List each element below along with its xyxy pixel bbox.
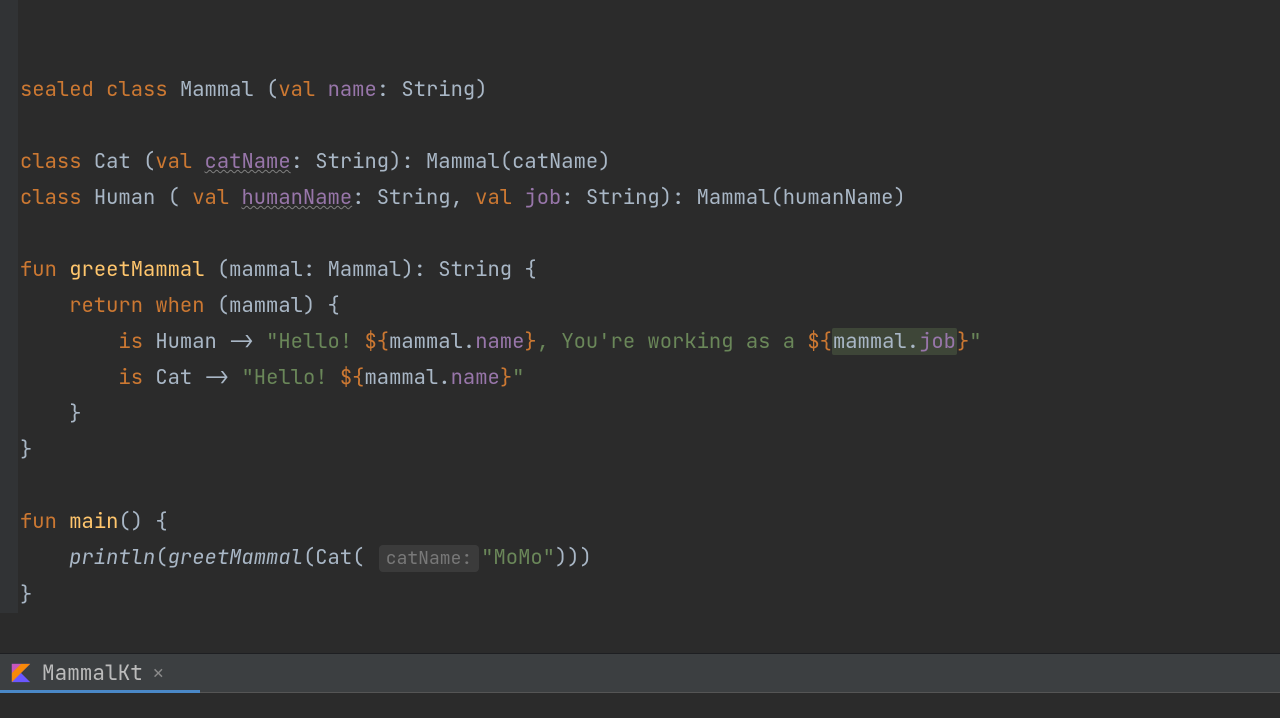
run-tool-tabbar: MammalKt ✕ (0, 653, 1280, 693)
cls-human-ref: Human (155, 328, 217, 355)
kw-fun: fun (20, 256, 57, 283)
prop-name: name (328, 76, 377, 103)
fn-greet: greetMammal (69, 256, 204, 283)
arrow2: -> (205, 364, 230, 391)
run-console[interactable]: "/Applications/Android Studio.app/Conten… (0, 693, 1280, 718)
param-mammal: mammal (229, 256, 303, 283)
kw-when: when (155, 292, 204, 319)
kw-val: val (155, 148, 192, 175)
arg-catname: catName (512, 148, 598, 175)
type-string: String (401, 76, 475, 103)
prop-job: job (524, 184, 561, 211)
prop-humanname: humanName (241, 184, 352, 211)
expr-name2: name (451, 364, 500, 391)
tmpl-open2: ${ (807, 328, 832, 355)
cls-cat: Cat (94, 148, 131, 175)
str-human-a: "Hello! (266, 328, 364, 355)
arrow: -> (229, 328, 254, 355)
expr-mammal2: mammal (833, 328, 907, 355)
type-mammal: Mammal (328, 256, 402, 283)
kw-class: class (20, 184, 82, 211)
type-string: String (377, 184, 451, 211)
close-icon[interactable]: ✕ (153, 662, 164, 685)
code-editor[interactable]: sealed class Mammal (val name: String) c… (0, 0, 1280, 613)
kw-is: is (118, 364, 143, 391)
editor-gutter (0, 0, 18, 613)
prop-catname: catName (205, 148, 291, 175)
kw-val: val (192, 184, 229, 211)
kotlin-file-icon (10, 662, 32, 684)
kw-val: val (475, 184, 512, 211)
when-subject: mammal (229, 292, 303, 319)
kw-val: val (278, 76, 315, 103)
expr-mammal3: mammal (364, 364, 438, 391)
kw-fun2: fun (20, 508, 57, 535)
cls-mammal: Mammal (180, 76, 254, 103)
expr-name: name (475, 328, 524, 355)
str-cat-a: "Hello! (241, 364, 339, 391)
param-hint-catname: catName: (379, 545, 479, 572)
kw-sealed: sealed (20, 76, 94, 103)
cls-cat-ctor: Cat (315, 544, 352, 571)
kw-is: is (118, 328, 143, 355)
kw-class: class (20, 148, 82, 175)
str-momo: "MoMo" (481, 544, 555, 571)
run-tab-label[interactable]: MammalKt (42, 660, 143, 687)
fn-greet-call: greetMammal (168, 544, 303, 571)
str-human-c: " (969, 328, 981, 355)
type-string: String (438, 256, 512, 283)
expr-job: job (919, 328, 956, 355)
cls-mammal-ref: Mammal (426, 148, 500, 175)
fn-println: println (69, 544, 155, 571)
kw-return: return (69, 292, 143, 319)
active-tab-indicator (0, 690, 200, 693)
cls-cat-ref: Cat (155, 364, 192, 391)
type-string: String (315, 148, 389, 175)
cls-mammal-ref2: Mammal (697, 184, 771, 211)
tmpl-open3: ${ (340, 364, 365, 391)
str-cat-b: " (512, 364, 524, 391)
tmpl-open: ${ (364, 328, 389, 355)
cls-human: Human (94, 184, 156, 211)
str-human-b: , You're working as a (537, 328, 808, 355)
type-string: String (586, 184, 660, 211)
fn-main: main (69, 508, 118, 535)
arg-humanname: humanName (783, 184, 894, 211)
tmpl-close2: } (957, 328, 969, 355)
expr-mammal: mammal (389, 328, 463, 355)
tmpl-close: } (524, 328, 536, 355)
kw-class: class (106, 76, 168, 103)
editor-bottom-gap (0, 613, 1280, 653)
tmpl-close3: } (500, 364, 512, 391)
